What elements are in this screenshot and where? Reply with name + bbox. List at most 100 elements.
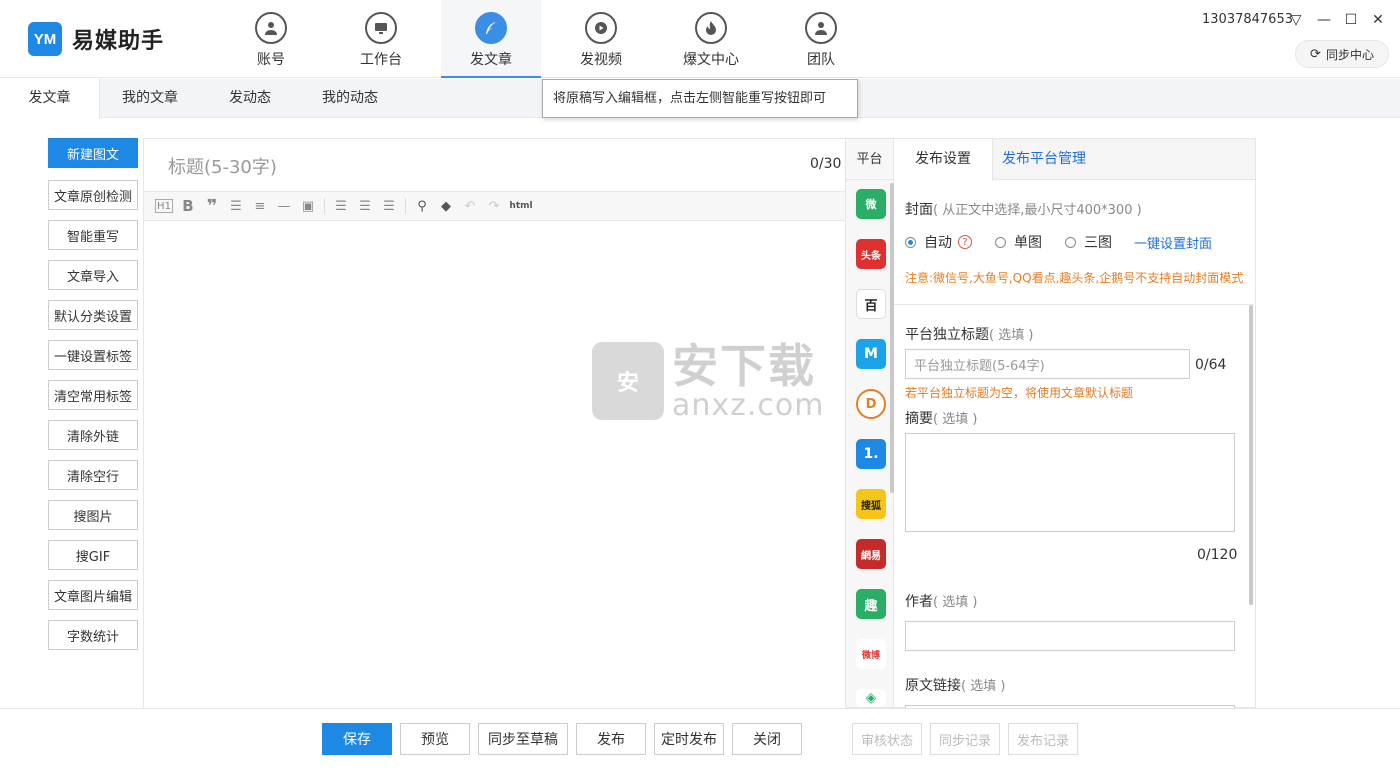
heading-icon[interactable]: H1	[155, 199, 173, 213]
preview-button[interactable]: 预览	[400, 723, 470, 755]
cover-option-auto[interactable]: 自动 ?	[905, 232, 972, 252]
publish-button[interactable]: 发布	[576, 723, 646, 755]
eraser-icon[interactable]: ◆	[434, 195, 458, 217]
remove-blank-lines-button[interactable]: 清除空行	[48, 460, 138, 490]
play-icon	[585, 12, 617, 44]
toutiao-icon[interactable]: 头条	[856, 239, 886, 269]
sync-center-label: 同步中心	[1325, 47, 1374, 62]
platform-header: 平台	[846, 139, 893, 180]
clear-tags-button[interactable]: 清空常用标签	[48, 380, 138, 410]
nav-publish-article[interactable]: 发文章	[441, 0, 541, 78]
subtab-post-moment[interactable]: 发动态	[200, 79, 300, 118]
title-char-count: 0/30	[810, 156, 842, 172]
bottom-action-bar: 保存 预览 同步至草稿 发布 定时发布 关闭 审核状态 同步记录 发布记录	[0, 708, 1400, 768]
nav-publish-video[interactable]: 发视频	[551, 0, 651, 78]
close-icon[interactable]: ✕	[1369, 10, 1387, 30]
summary-label: 摘要( 选填 )	[905, 411, 978, 427]
scheduled-publish-button[interactable]: 定时发布	[654, 723, 724, 755]
refresh-icon: ⟳	[1310, 46, 1321, 62]
remove-links-button[interactable]: 清除外链	[48, 420, 138, 450]
author-input[interactable]	[905, 621, 1235, 651]
default-category-button[interactable]: 默认分类设置	[48, 300, 138, 330]
sync-records-button[interactable]: 同步记录	[930, 723, 1000, 755]
html-source-icon[interactable]: html	[506, 195, 536, 217]
settings-tabs: 发布设置 发布平台管理	[894, 139, 1255, 181]
app-name: 易媒助手	[72, 29, 165, 54]
new-article-button[interactable]: 新建图文	[48, 138, 138, 168]
horizontal-rule-icon[interactable]: —	[272, 195, 296, 217]
top-bar: YM 易媒助手 账号 工作台 发文章 发视频 爆文中心 团队 130378476…	[0, 0, 1400, 78]
sohu-icon[interactable]: 搜狐	[856, 489, 886, 519]
find-icon[interactable]: ⚲	[410, 195, 434, 217]
image-edit-button[interactable]: 文章图片编辑	[48, 580, 138, 610]
sync-draft-button[interactable]: 同步至草稿	[478, 723, 568, 755]
wechat-icon[interactable]: 微	[856, 189, 886, 219]
author-label: 作者( 选填 )	[905, 594, 978, 610]
originality-check-button[interactable]: 文章原创检测	[48, 180, 138, 210]
summary-count: 0/120	[1197, 547, 1238, 563]
search-gif-button[interactable]: 搜GIF	[48, 540, 138, 570]
maximize-icon[interactable]: ☐	[1342, 10, 1360, 30]
tooltip: 将原稿写入编辑框，点击左侧智能重写按钮即可	[542, 79, 858, 118]
settings-scrollbar[interactable]	[1249, 305, 1253, 605]
qutoutiao-icon[interactable]: 趣	[856, 589, 886, 619]
undo-icon[interactable]: ↶	[458, 195, 482, 217]
dropdown-menu-icon[interactable]: ▽	[1287, 10, 1305, 30]
align-left-icon[interactable]: ☰	[329, 195, 353, 217]
radio-selected-icon	[905, 236, 916, 248]
word-count-button[interactable]: 字数统计	[48, 620, 138, 650]
yidianzixun-icon[interactable]: 1.	[856, 439, 886, 469]
subtab-publish-article[interactable]: 发文章	[0, 79, 100, 119]
unordered-list-icon[interactable]: ≡	[248, 195, 272, 217]
smart-rewrite-button[interactable]: 智能重写	[48, 220, 138, 250]
one-click-cover-link[interactable]: 一键设置封面	[1134, 233, 1212, 252]
dayu-icon[interactable]: D	[856, 389, 886, 419]
publish-settings-panel: 发布设置 发布平台管理 封面( 从正文中选择,最小尺寸400*300 ) 自动 …	[894, 138, 1256, 709]
ordered-list-icon[interactable]: ☰	[224, 195, 248, 217]
cover-option-triple[interactable]: 三图	[1065, 232, 1112, 252]
bold-icon[interactable]: B	[176, 195, 200, 217]
yidian-icon[interactable]: M	[856, 339, 886, 369]
nav-label: 发视频	[580, 52, 622, 68]
quote-icon[interactable]: ❞	[200, 195, 224, 217]
netease-icon[interactable]: 網易	[856, 539, 886, 569]
align-right-icon[interactable]: ☰	[377, 195, 401, 217]
nav-team[interactable]: 团队	[771, 0, 871, 78]
fire-icon	[695, 12, 727, 44]
weibo-icon[interactable]: 微博	[856, 639, 886, 669]
nav-account[interactable]: 账号	[221, 0, 321, 78]
publish-records-button[interactable]: 发布记录	[1008, 723, 1078, 755]
other-platform-icon[interactable]: ◈	[856, 689, 886, 707]
title-input[interactable]: 标题(5-30字)	[168, 153, 277, 179]
subtab-my-moments[interactable]: 我的动态	[300, 79, 400, 118]
watermark-cn: 安下载	[672, 339, 816, 393]
nav-hot-articles[interactable]: 爆文中心	[661, 0, 761, 78]
cover-option-single[interactable]: 单图	[995, 232, 1042, 252]
review-status-button[interactable]: 审核状态	[852, 723, 922, 755]
help-icon[interactable]: ?	[958, 235, 972, 249]
minimize-icon[interactable]: —	[1315, 10, 1333, 30]
platform-title-input[interactable]: 平台独立标题(5-64字)	[905, 349, 1190, 379]
subtab-my-articles[interactable]: 我的文章	[100, 79, 200, 118]
set-tags-button[interactable]: 一键设置标签	[48, 340, 138, 370]
summary-textarea[interactable]	[905, 433, 1235, 532]
watermark-en: anxz.com	[672, 388, 825, 423]
source-link-label: 原文链接( 选填 )	[905, 678, 1006, 694]
save-button[interactable]: 保存	[322, 723, 392, 755]
tab-publish-settings[interactable]: 发布设置	[894, 139, 993, 181]
import-article-button[interactable]: 文章导入	[48, 260, 138, 290]
close-button[interactable]: 关闭	[732, 723, 802, 755]
redo-icon[interactable]: ↷	[482, 195, 506, 217]
account-number[interactable]: 13037847653	[1202, 12, 1293, 27]
monitor-icon	[365, 12, 397, 44]
search-images-button[interactable]: 搜图片	[48, 500, 138, 530]
feather-icon	[475, 12, 507, 44]
baijiahao-icon[interactable]: 百	[856, 289, 886, 319]
image-icon[interactable]: ▣	[296, 195, 320, 217]
tab-platform-manage[interactable]: 发布平台管理	[1002, 139, 1086, 180]
nav-workbench[interactable]: 工作台	[331, 0, 431, 78]
align-center-icon[interactable]: ☰	[353, 195, 377, 217]
sync-center-button[interactable]: ⟳ 同步中心	[1295, 40, 1389, 68]
radio-icon	[1065, 236, 1076, 248]
nav-label: 工作台	[360, 52, 402, 68]
